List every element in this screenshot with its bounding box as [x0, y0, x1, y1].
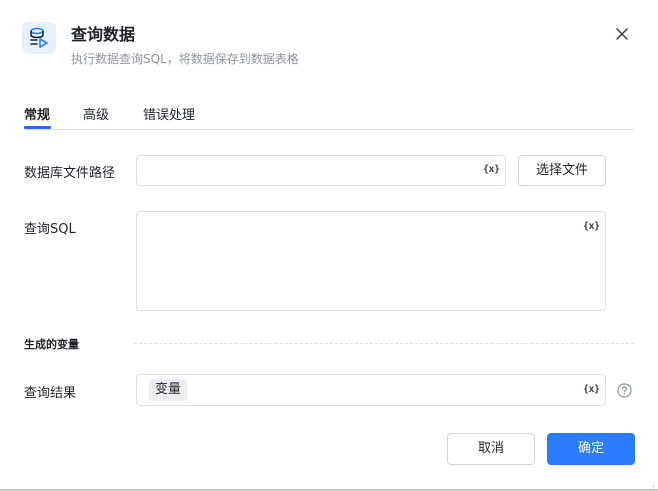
tab-advanced-label: 高级	[83, 108, 110, 123]
section-divider	[134, 343, 634, 344]
cancel-button[interactable]: 取消	[447, 433, 535, 465]
sql-variable-button[interactable]: {x}	[583, 221, 600, 232]
help-icon[interactable]	[617, 383, 632, 398]
sql-textarea[interactable]: {x}	[136, 211, 606, 311]
dialog-title: 查询数据	[71, 25, 136, 44]
query-data-dialog: 查询数据 执行数据查询SQL，将数据保存到数据表格 常规 高级 错误处理 数据库…	[0, 0, 658, 491]
dialog-subtitle: 执行数据查询SQL，将数据保存到数据表格	[71, 52, 299, 66]
tab-general-label: 常规	[24, 108, 51, 123]
tab-advanced[interactable]: 高级	[83, 104, 109, 129]
output-variables-title: 生成的变量	[24, 338, 79, 351]
tab-general[interactable]: 常规	[24, 104, 51, 129]
resize-grip-icon[interactable]	[646, 479, 655, 491]
close-icon[interactable]	[612, 24, 632, 44]
variable-tag[interactable]: 变量	[149, 379, 188, 401]
tab-error-handling-label: 错误处理	[143, 108, 196, 123]
query-result-input[interactable]: {x}	[136, 374, 606, 406]
sql-label: 查询SQL	[24, 222, 76, 237]
confirm-button[interactable]: 确定	[547, 433, 635, 465]
db-path-input[interactable]: {x}	[136, 155, 506, 186]
select-file-button[interactable]: 选择文件	[518, 155, 606, 186]
query-result-label: 查询结果	[24, 386, 77, 401]
active-tab-indicator	[24, 126, 51, 129]
db-path-variable-button[interactable]: {x}	[483, 164, 500, 175]
database-query-icon	[22, 22, 56, 54]
tab-bar: 常规 高级 错误处理	[24, 104, 634, 130]
query-result-variable-button[interactable]: {x}	[583, 384, 600, 395]
tab-error-handling[interactable]: 错误处理	[143, 104, 195, 129]
db-path-label: 数据库文件路径	[24, 166, 116, 181]
